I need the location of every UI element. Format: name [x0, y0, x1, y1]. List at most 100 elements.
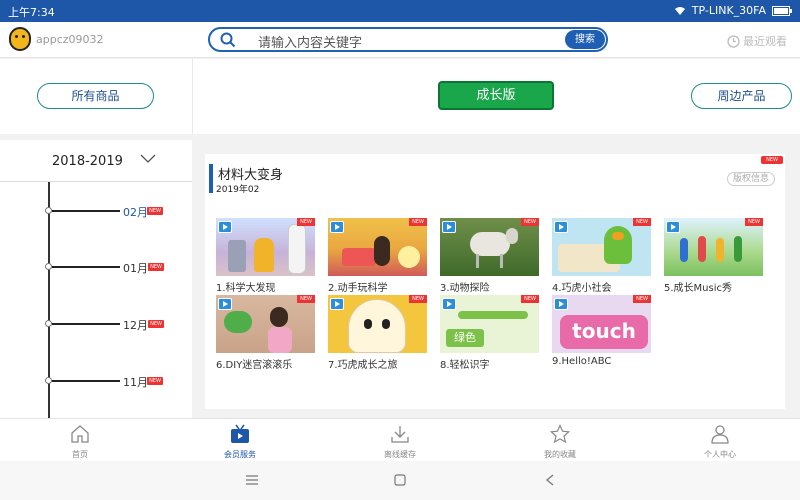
- video-title: 4.巧虎小社会: [552, 283, 612, 294]
- video-thumbnail: NEW: [216, 218, 315, 276]
- search-bar[interactable]: 请输入内容关键字 搜索: [208, 27, 608, 52]
- video-thumbnail: 绿色 NEW: [440, 295, 539, 353]
- search-input[interactable]: 请输入内容关键字: [258, 32, 362, 51]
- video-title: 5.成长Music秀: [664, 283, 732, 294]
- chevron-down-icon: [140, 154, 156, 163]
- video-card[interactable]: NEW 1.科学大发现: [216, 218, 315, 294]
- nav-member-service[interactable]: 会员服务: [190, 421, 290, 461]
- star-icon: [550, 424, 570, 444]
- back-icon[interactable]: [545, 474, 555, 486]
- nav-home[interactable]: 首页: [30, 421, 130, 461]
- recent-watch-button[interactable]: 最近观看: [727, 33, 787, 49]
- download-icon: [391, 426, 409, 443]
- nav-profile[interactable]: 个人中心: [670, 421, 770, 461]
- nav-label: 会员服务: [224, 450, 256, 459]
- search-button[interactable]: 搜索: [565, 30, 605, 49]
- home-square-icon[interactable]: [394, 474, 406, 486]
- new-badge: NEW: [409, 295, 427, 303]
- month-label: 11月: [123, 376, 148, 389]
- tab-merch[interactable]: 周边产品: [691, 83, 792, 109]
- timeline-dot: [45, 320, 52, 327]
- new-badge: NEW: [761, 156, 783, 164]
- title-accent-bar: [209, 164, 213, 193]
- status-time: 上午7:34: [8, 6, 55, 19]
- tiger-logo-icon[interactable]: [9, 27, 31, 51]
- video-card[interactable]: NEW 5.成长Music秀: [664, 218, 763, 294]
- timeline-branch: [52, 266, 120, 268]
- new-badge: NEW: [297, 218, 315, 226]
- top-bar: appcz09032 请输入内容关键字 搜索 最近观看: [0, 22, 800, 58]
- video-title: 1.科学大发现: [216, 283, 276, 294]
- play-icon: [666, 221, 680, 233]
- new-badge: NEW: [297, 295, 315, 303]
- month-item[interactable]: 01月 NEW: [0, 257, 192, 277]
- new-badge: NEW: [148, 320, 164, 328]
- year-label: 2018-2019: [52, 154, 123, 169]
- video-thumbnail: NEW: [440, 218, 539, 276]
- timeline-branch: [52, 210, 120, 212]
- battery-icon: [772, 5, 792, 16]
- video-thumbnail: NEW: [664, 218, 763, 276]
- new-badge: NEW: [745, 218, 763, 226]
- video-title: 9.Hello!ABC: [552, 356, 612, 367]
- tab-growth[interactable]: 成长版: [438, 81, 554, 110]
- bottom-nav: 首页 会员服务 离线缓存 我的收藏 个人中心: [0, 418, 800, 461]
- video-title: 8.轻松识字: [440, 360, 490, 371]
- play-icon: [554, 298, 568, 310]
- video-title: 3.动物探险: [440, 283, 490, 294]
- copyright-button[interactable]: 版权信息: [727, 172, 775, 186]
- new-badge: NEW: [148, 263, 164, 271]
- new-badge: NEW: [147, 207, 163, 215]
- nav-label: 离线缓存: [384, 450, 416, 459]
- play-icon: [330, 298, 344, 310]
- nav-label: 我的收藏: [544, 450, 576, 459]
- menu-icon[interactable]: [246, 475, 258, 485]
- timeline-branch: [52, 380, 120, 382]
- thumbnail-text: 绿色: [446, 329, 484, 347]
- month-item[interactable]: 11月 NEW: [0, 371, 192, 391]
- timeline-branch: [52, 323, 120, 325]
- play-icon: [442, 221, 456, 233]
- tab-all-products[interactable]: 所有商品: [37, 83, 154, 109]
- new-badge: NEW: [521, 295, 539, 303]
- nav-offline-cache[interactable]: 离线缓存: [350, 421, 450, 461]
- network-name: TP-LINK_30FA: [691, 4, 766, 17]
- search-icon: [220, 32, 236, 48]
- play-icon: [218, 298, 232, 310]
- month-label: 12月: [123, 319, 148, 332]
- nav-favorites[interactable]: 我的收藏: [510, 421, 610, 461]
- month-label: 01月: [123, 262, 148, 275]
- play-icon: [554, 221, 568, 233]
- video-card[interactable]: NEW 6.DIY迷宫滚滚乐: [216, 295, 315, 371]
- video-thumbnail: NEW: [328, 218, 427, 276]
- system-nav-bar: [0, 461, 800, 500]
- home-icon: [71, 425, 89, 443]
- new-badge: NEW: [521, 218, 539, 226]
- video-thumbnail: NEW: [328, 295, 427, 353]
- tv-icon: [231, 424, 249, 443]
- month-label: 02月: [123, 206, 148, 219]
- timeline-dot: [45, 377, 52, 384]
- timeline-dot: [45, 207, 52, 214]
- new-badge: NEW: [147, 377, 163, 385]
- timeline-panel: 2018-2019 02月 NEW 01月 NEW 12月 NEW 11月 NE…: [0, 140, 192, 418]
- divider: [192, 59, 193, 134]
- video-title: 7.巧虎成长之旅: [328, 360, 398, 371]
- video-card[interactable]: NEW 7.巧虎成长之旅: [328, 295, 427, 371]
- month-item[interactable]: 02月 NEW: [0, 201, 192, 221]
- video-card[interactable]: touch NEW 9.Hello!ABC: [552, 295, 651, 369]
- video-card[interactable]: NEW 3.动物探险: [440, 218, 539, 294]
- play-icon: [330, 221, 344, 233]
- video-title: 2.动手玩科学: [328, 283, 388, 294]
- nav-label: 首页: [72, 450, 88, 459]
- status-bar: 上午7:34 TP-LINK_30FA: [0, 0, 800, 22]
- video-card[interactable]: 绿色 NEW 8.轻松识字: [440, 295, 539, 371]
- nav-label: 个人中心: [704, 450, 736, 459]
- year-selector[interactable]: 2018-2019: [0, 140, 192, 182]
- video-title: 6.DIY迷宫滚滚乐: [216, 360, 293, 371]
- section-title: 材料大变身: [218, 168, 284, 183]
- video-card[interactable]: NEW 4.巧虎小社会: [552, 218, 651, 294]
- month-item[interactable]: 12月 NEW: [0, 314, 192, 334]
- video-card[interactable]: NEW 2.动手玩科学: [328, 218, 427, 294]
- account-name[interactable]: appcz09032: [36, 33, 104, 46]
